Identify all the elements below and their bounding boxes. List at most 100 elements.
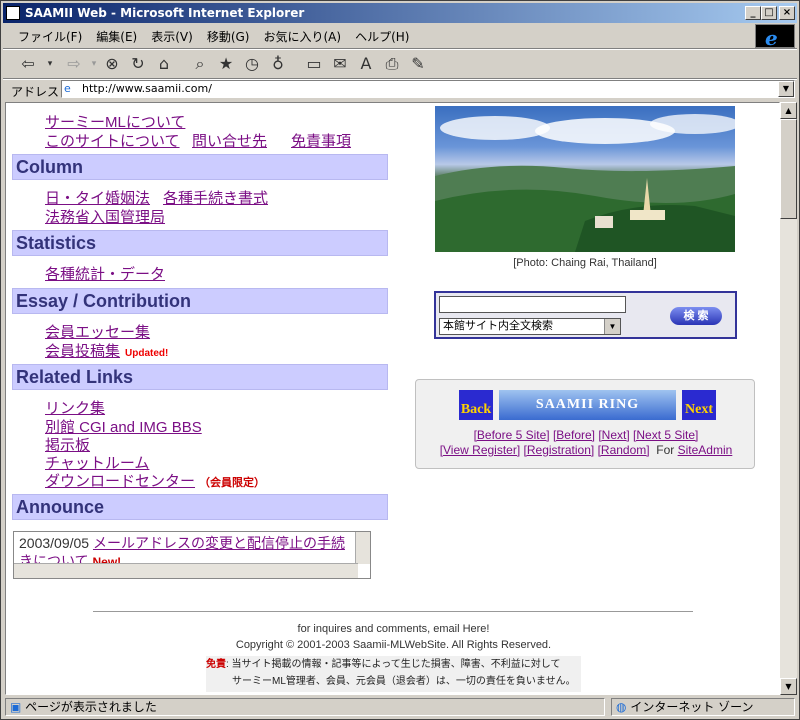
disclaimer-line-1: : 当サイト掲載の情報・記事等によって生じた損害、障害、不利益に対して — [226, 659, 561, 670]
close-button[interactable]: × — [779, 6, 795, 20]
address-bar: アドレス e http://www.saamii.com/ ▼ — [3, 80, 797, 100]
saamii-ring: Back SAAMII RING Next [Before 5 Site] [B… — [415, 379, 755, 469]
ring-site-admin[interactable]: SiteAdmin — [678, 443, 733, 457]
page-globe-icon: e — [64, 82, 71, 95]
ring-before[interactable]: [Before] — [553, 428, 595, 442]
zone-pane: ◍ インターネット ゾーン — [611, 698, 795, 716]
back-arrow-icon[interactable]: ⇦ — [17, 53, 39, 75]
menu-file[interactable]: ファイル(F) — [11, 25, 89, 48]
ring-view-register[interactable]: [View Register] — [440, 443, 520, 457]
web-page: サーミーMLについて このサイトについて 問い合せ先 免責事項 Column 日… — [6, 103, 779, 694]
refresh-icon[interactable]: ↻ — [127, 53, 149, 75]
scroll-down-icon[interactable]: ▼ — [780, 678, 797, 695]
ring-registration[interactable]: [Registration] — [524, 443, 595, 457]
link-download-center[interactable]: ダウンロードセンター — [45, 473, 195, 490]
menu-help[interactable]: ヘルプ(H) — [348, 25, 416, 48]
ie-e-icon: e — [765, 26, 778, 50]
link-marriage-law[interactable]: 日・タイ婚姻法 — [45, 187, 150, 208]
address-url[interactable]: http://www.saamii.com/ — [82, 82, 212, 95]
ring-random[interactable]: [Random] — [598, 443, 650, 457]
page-icon — [6, 6, 20, 20]
link-essays[interactable]: 会員エッセー集 — [45, 321, 150, 342]
internet-zone-icon: ◍ — [616, 700, 627, 714]
maximize-button[interactable]: □ — [761, 6, 777, 20]
scroll-up-icon[interactable]: ▲ — [780, 102, 797, 119]
ring-for-label: For — [656, 443, 675, 457]
link-immigration[interactable]: 法務省入国管理局 — [45, 206, 165, 227]
menu-edit[interactable]: 編集(E) — [89, 25, 144, 48]
page-done-icon: ▣ — [10, 700, 22, 714]
ring-back-button[interactable]: Back — [459, 390, 493, 420]
link-forms[interactable]: 各種手続き書式 — [163, 187, 268, 208]
divider — [3, 48, 797, 50]
scroll-thumb[interactable] — [780, 119, 797, 219]
disclaimer-label: 免責 — [206, 659, 226, 670]
updated-badge: Updated! — [125, 348, 169, 359]
disclaimer-box: 免責: 当サイト掲載の情報・記事等によって生じた損害、障害、不利益に対して サー… — [206, 656, 581, 692]
footer-divider — [93, 611, 693, 612]
link-contributions[interactable]: 会員投稿集 — [45, 343, 120, 360]
status-pane: ▣ ページが表示されました — [5, 698, 605, 716]
link-contact[interactable]: 問い合せ先 — [192, 130, 267, 151]
home-icon[interactable]: ⌂ — [153, 53, 175, 75]
browser-window: SAAMII Web - Microsoft Internet Explorer… — [0, 0, 800, 720]
page-vertical-scrollbar[interactable]: ▲ ▼ — [780, 102, 797, 695]
history-icon[interactable]: ◷ — [241, 53, 263, 75]
back-dropdown-icon[interactable]: ▾ — [39, 53, 61, 75]
ring-next[interactable]: [Next] — [598, 428, 629, 442]
menu-go[interactable]: 移動(G) — [200, 25, 257, 48]
forward-arrow-icon[interactable]: ⇨ — [63, 53, 85, 75]
section-header-essay: Essay / Contribution — [12, 288, 388, 314]
link-links[interactable]: リンク集 — [45, 397, 105, 418]
ring-admin-row: [View Register] [Registration] [Random] … — [416, 443, 756, 457]
footer-copyright: Copyright © 2001-2003 Saamii-MLWebSite. … — [235, 639, 552, 651]
zone-text: インターネット ゾーン — [630, 700, 754, 714]
window-title: SAAMII Web - Microsoft Internet Explorer — [25, 6, 305, 20]
mail-icon[interactable]: ✉ — [329, 53, 351, 75]
link-statistics[interactable]: 各種統計・データ — [45, 263, 165, 284]
print-icon[interactable]: ⎙ — [381, 53, 403, 75]
link-disclaimer[interactable]: 免責事項 — [291, 130, 351, 151]
select-arrow-icon: ▼ — [604, 319, 620, 334]
ring-nav-row: [Before 5 Site] [Before] [Next] [Next 5 … — [416, 428, 756, 442]
address-dropdown-icon[interactable]: ▼ — [778, 81, 794, 97]
ring-next-5[interactable]: [Next 5 Site] — [633, 428, 698, 442]
status-bar: ▣ ページが表示されました ◍ インターネット ゾーン — [3, 697, 797, 717]
menu-bar: ファイル(F) 編集(E) 表示(V) 移動(G) お気に入り(A) ヘルプ(H) — [3, 25, 751, 47]
channels-icon[interactable]: ♁ — [267, 53, 289, 75]
address-label: アドレス — [11, 85, 60, 99]
footer-inquiries[interactable]: for inquires and comments, email Here! — [6, 623, 779, 635]
stop-icon[interactable]: ⊗ — [101, 53, 123, 75]
fullscreen-icon[interactable]: ▭ — [303, 53, 325, 75]
link-about-site[interactable]: このサイトについて — [45, 130, 180, 151]
search-icon[interactable]: ⌕ — [189, 53, 211, 75]
search-scope-select[interactable]: 本館サイト内全文検索 ▼ — [439, 318, 621, 335]
favorites-icon[interactable]: ★ — [215, 53, 237, 75]
menu-favorites[interactable]: お気に入り(A) — [256, 25, 348, 48]
title-bar: SAAMII Web - Microsoft Internet Explorer… — [3, 3, 797, 23]
font-size-icon[interactable]: A — [355, 53, 377, 75]
contribution-row: 会員投稿集 Updated! — [45, 340, 168, 361]
download-row: ダウンロードセンター （会員限定） — [45, 470, 265, 491]
search-input[interactable] — [439, 296, 626, 313]
announce-vertical-scrollbar[interactable] — [355, 532, 370, 564]
edit-icon[interactable]: ✎ — [407, 53, 429, 75]
ring-before-5[interactable]: [Before 5 Site] — [474, 428, 550, 442]
announce-horizontal-scrollbar[interactable] — [14, 563, 358, 578]
link-about-ml[interactable]: サーミーMLについて — [45, 111, 185, 132]
disclaimer-line-2: サーミーML管理者、会員、元会員（退会者）は、一切の責任を負いません。 — [232, 676, 576, 687]
ie-logo: e — [755, 24, 795, 50]
menu-view[interactable]: 表示(V) — [144, 25, 200, 48]
minimize-button[interactable]: _ — [745, 6, 761, 20]
search-button[interactable]: 検 索 — [670, 307, 722, 325]
section-header-related-links: Related Links — [12, 364, 388, 390]
landscape-photo — [435, 106, 735, 252]
announce-box[interactable]: 2003/09/05 メールアドレスの変更と配信停止の手続きについて New! — [13, 531, 371, 579]
toolbar: ⇦ ▾ ⇨ ▾ ⊗ ↻ ⌂ ⌕ ★ ◷ ♁ ▭ ✉ A ⎙ ✎ — [9, 51, 789, 79]
address-input[interactable]: e http://www.saamii.com/ ▼ — [61, 80, 795, 98]
ring-next-button[interactable]: Next — [682, 390, 716, 420]
members-only-badge: （会員限定） — [199, 477, 266, 489]
announce-date: 2003/09/05 — [19, 535, 90, 551]
status-text: ページが表示されました — [25, 700, 157, 714]
ring-banner[interactable]: SAAMII RING — [499, 390, 676, 420]
